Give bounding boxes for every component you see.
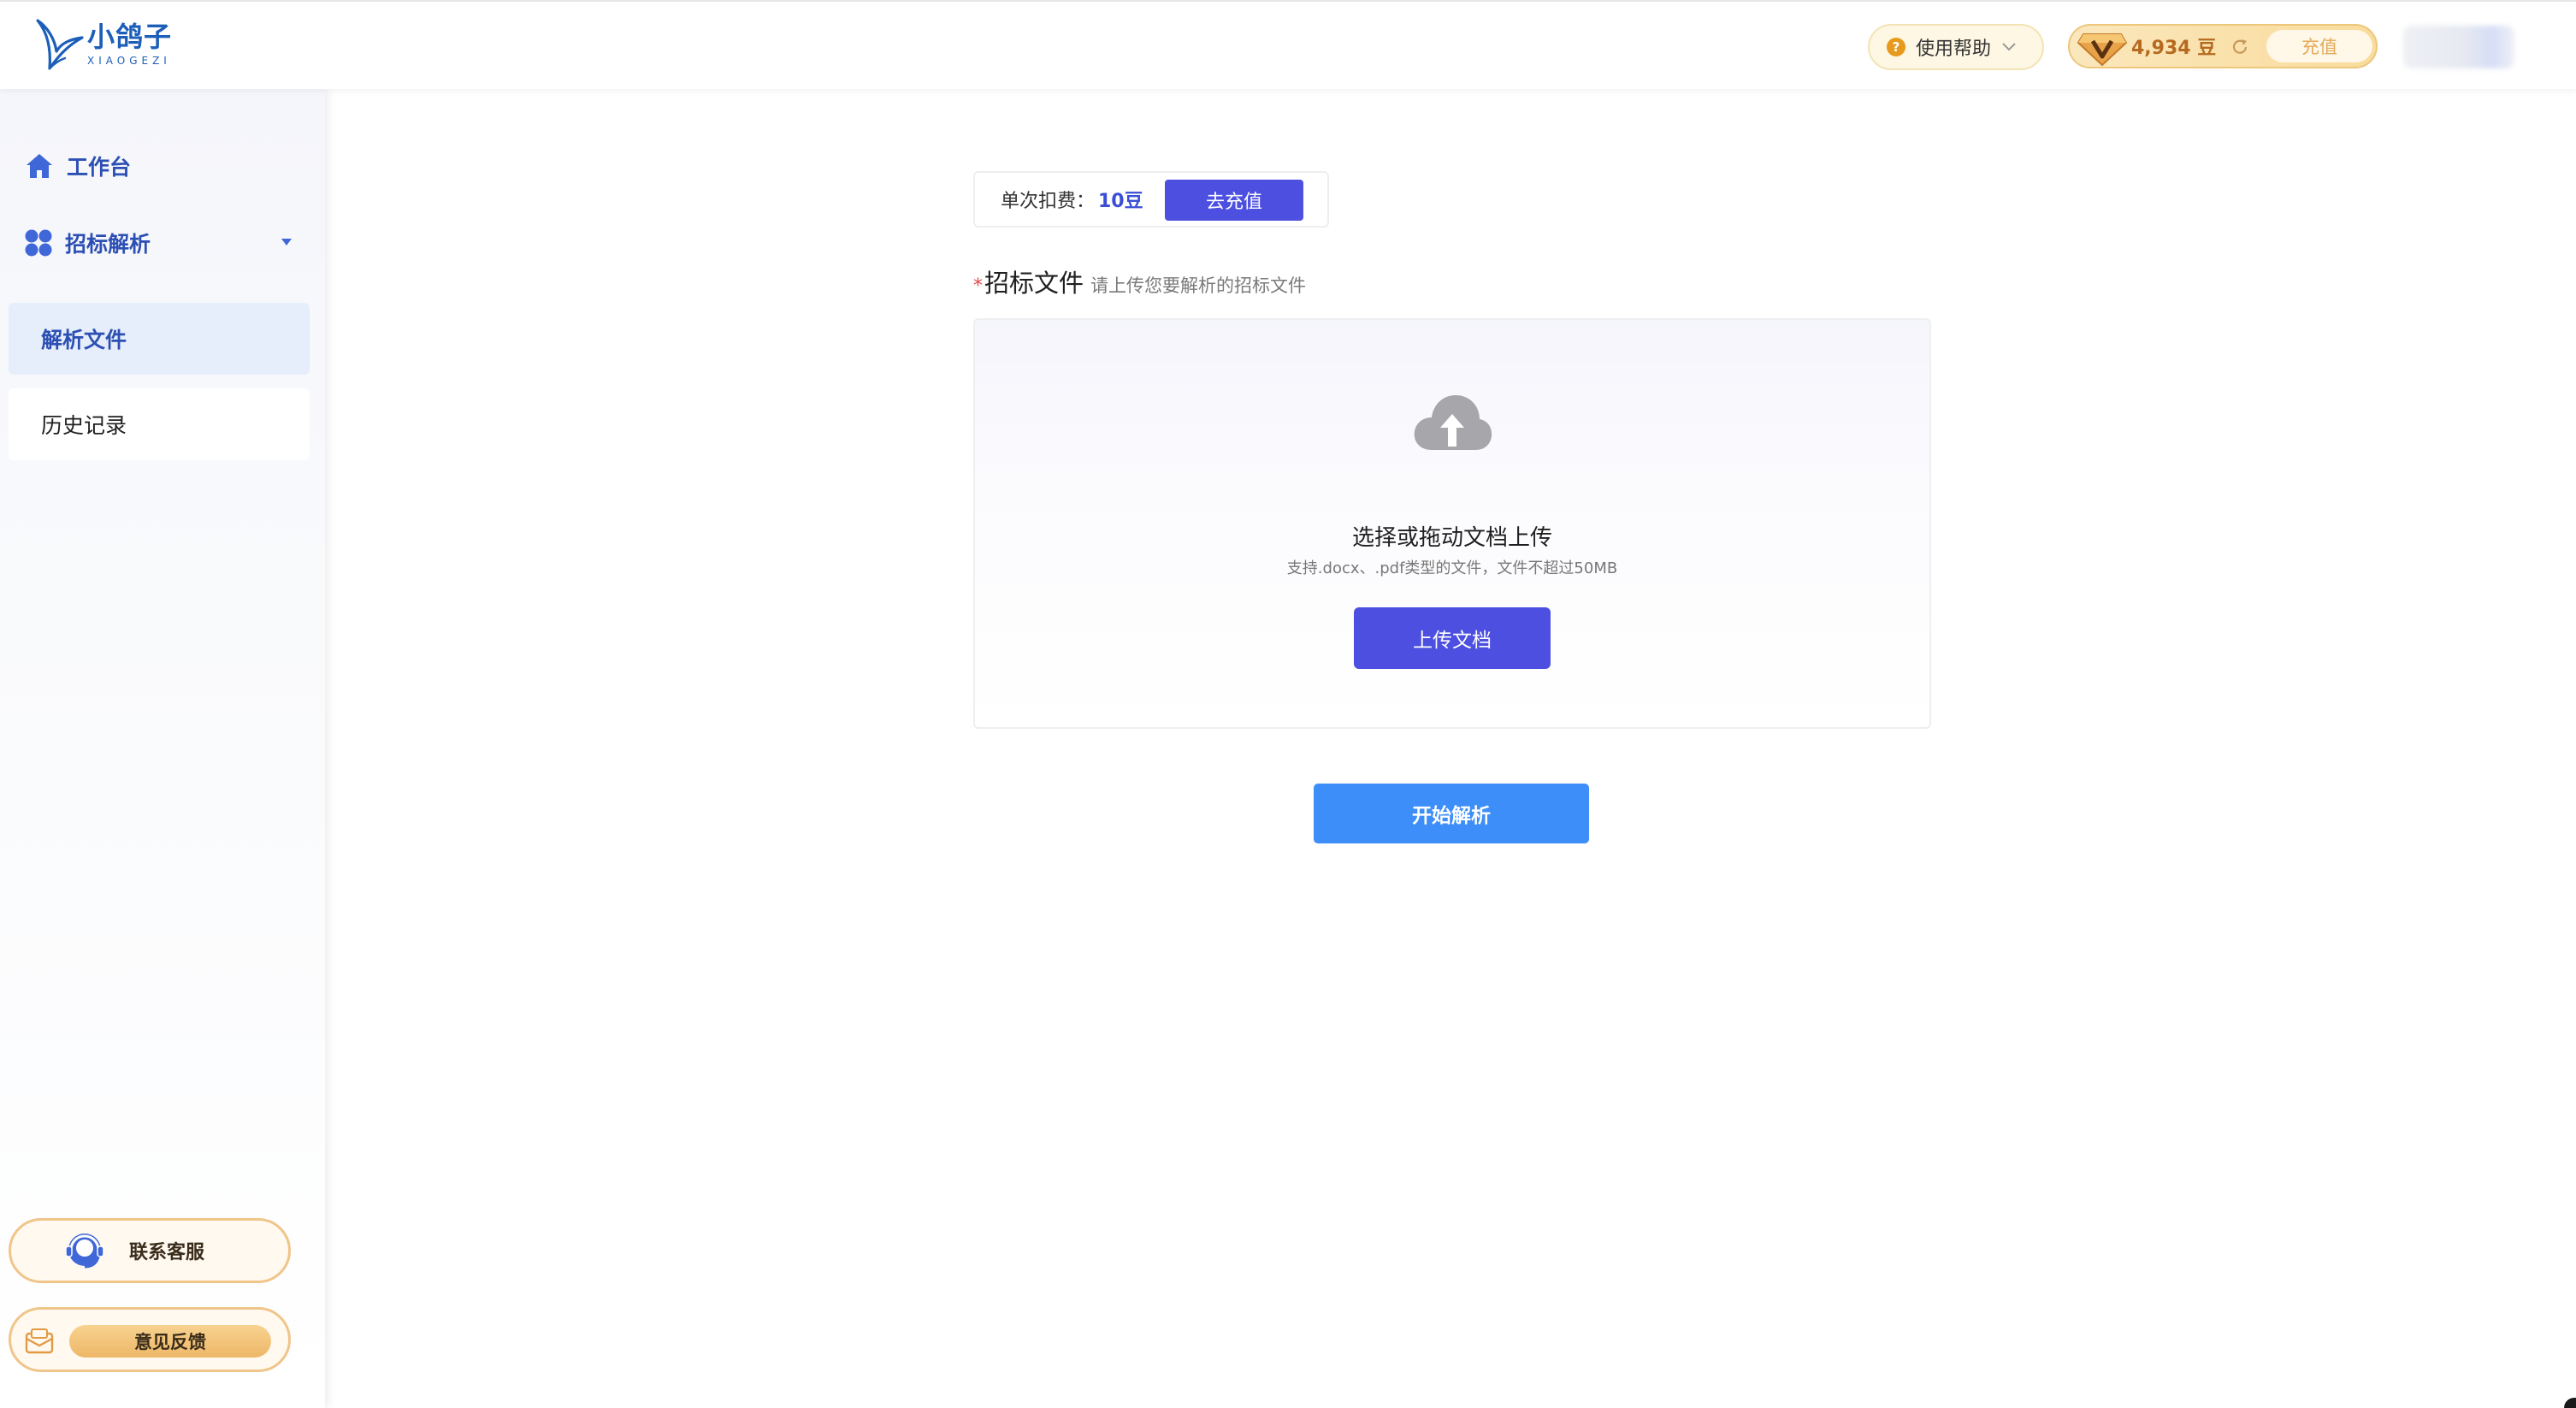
sidebar-item-label: 历史记录 [41, 413, 127, 438]
top-header: 小鸽子 XIAOGEZI ? 使用帮助 4,934 豆 充值 [0, 0, 2576, 89]
upload-dropzone[interactable]: 选择或拖动文档上传 支持.docx、.pdf类型的文件，文件不超过50MB 上传… [973, 318, 1931, 729]
start-parse-button[interactable]: 开始解析 [1314, 784, 1589, 843]
refresh-icon[interactable] [2230, 38, 2249, 56]
sidebar: 工作台 招标解析 解析文件 历史记录 联系客服 意见反馈 [0, 89, 325, 1408]
help-label: 使用帮助 [1916, 38, 1992, 60]
bean-count: 4,934 豆 [2131, 38, 2217, 59]
bean-balance: 4,934 豆 充值 [2068, 24, 2378, 68]
window-corner [2564, 1398, 2576, 1408]
user-avatar[interactable] [2403, 26, 2514, 68]
contact-service-label: 联系客服 [129, 1242, 205, 1263]
sidebar-item-bid-analysis[interactable]: 招标解析 [24, 228, 298, 258]
cost-value: 10豆 [1098, 191, 1143, 212]
sidebar-item-parse-file[interactable]: 解析文件 [9, 303, 310, 375]
sidebar-item-history[interactable]: 历史记录 [9, 388, 310, 460]
file-field-hint: 请上传您要解析的招标文件 [1090, 275, 1307, 296]
cost-panel: 单次扣费： 10豆 去充值 [973, 171, 1329, 228]
grid-icon [25, 229, 52, 257]
sidebar-item-label: 工作台 [67, 155, 132, 180]
contact-service-button[interactable]: 联系客服 [9, 1218, 291, 1283]
logo-name: 小鸽子 [87, 21, 173, 53]
customer-service-icon [65, 1233, 104, 1269]
upload-title: 选择或拖动文档上传 [1351, 525, 1552, 551]
feedback-label: 意见反馈 [69, 1325, 271, 1358]
sidebar-item-label: 招标解析 [65, 232, 151, 257]
sidebar-item-workbench[interactable]: 工作台 [24, 151, 131, 181]
cloud-upload-icon [1414, 395, 1492, 450]
mail-icon [25, 1328, 54, 1354]
question-circle-icon: ? [1887, 38, 1905, 56]
feedback-button[interactable]: 意见反馈 [9, 1307, 291, 1372]
goto-recharge-button[interactable]: 去充值 [1165, 180, 1303, 221]
chevron-down-icon [2002, 43, 2016, 51]
file-field-heading: * 招标文件 请上传您要解析的招标文件 [973, 263, 1306, 299]
help-dropdown[interactable]: ? 使用帮助 [1868, 24, 2044, 70]
file-field-title: 招标文件 [984, 269, 1084, 298]
bird-logo-icon [36, 19, 84, 70]
upload-document-button[interactable]: 上传文档 [1354, 607, 1551, 669]
sidebar-item-label: 解析文件 [41, 328, 127, 352]
logo-subname: XIAOGEZI [87, 55, 171, 67]
required-marker: * [973, 275, 983, 297]
caret-down-icon [281, 239, 292, 246]
upload-subtitle: 支持.docx、.pdf类型的文件，文件不超过50MB [1286, 559, 1618, 577]
app-logo[interactable]: 小鸽子 XIAOGEZI [32, 12, 186, 77]
home-icon [27, 154, 52, 178]
diamond-v-icon [2077, 33, 2128, 67]
cost-label: 单次扣费： [1001, 191, 1096, 212]
recharge-button[interactable]: 充值 [2266, 30, 2372, 62]
